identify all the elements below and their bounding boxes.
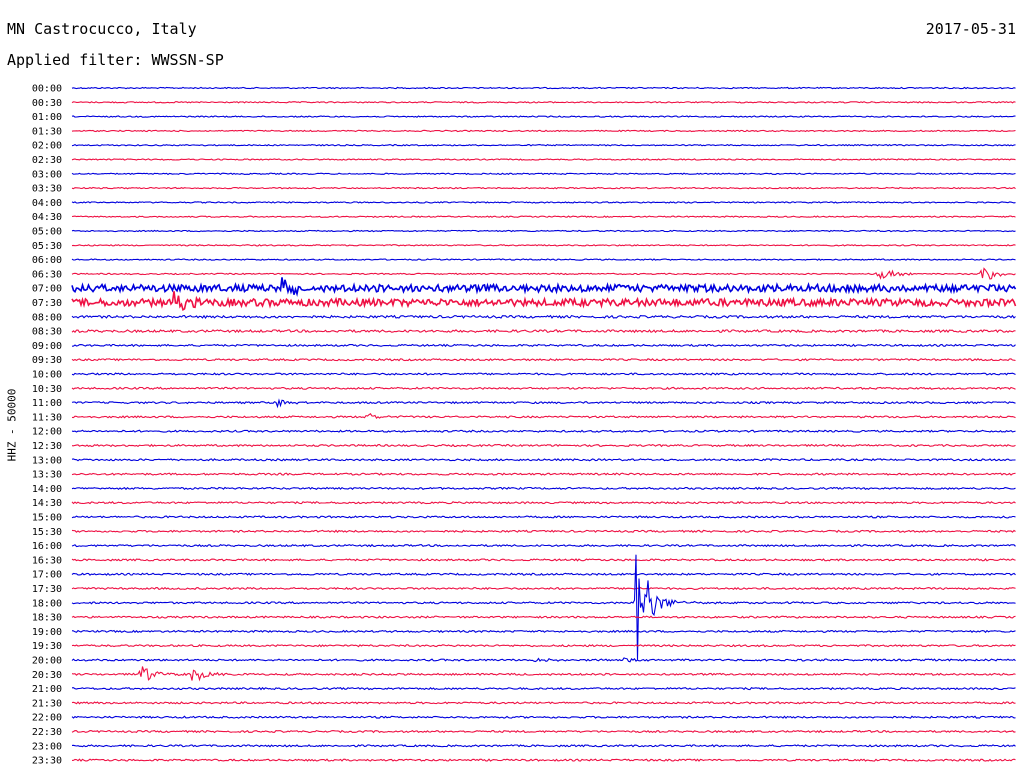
trace-row-1000: [71, 372, 1016, 376]
time-tick-label: 06:30: [32, 269, 62, 280]
trace-row-1500: [71, 515, 1016, 519]
time-tick-label: 21:30: [32, 698, 62, 709]
time-tick-label: 00:00: [32, 84, 62, 95]
time-tick-label: 09:00: [32, 341, 62, 352]
trace-row-1430: [71, 501, 1016, 505]
seismogram-plot: 00:00 00:30 01:00 01:30 02:00 02:30 03:00 03:30…: [32, 84, 1017, 767]
time-tick-label: 04:00: [32, 198, 62, 209]
trace-row-1700: [71, 572, 1016, 576]
time-tick-label: 19:00: [32, 627, 62, 638]
time-tick-label: 16:00: [32, 541, 62, 552]
trace-row-0230: [71, 158, 1016, 161]
time-tick-label: 17:30: [32, 584, 62, 595]
trace-row-0430: [71, 215, 1016, 218]
time-tick-label: 22:30: [32, 727, 62, 738]
trace-row-1300: [71, 458, 1016, 462]
time-tick-label: 08:00: [32, 312, 62, 323]
time-tick-label: 12:00: [32, 427, 62, 438]
time-tick-label: 03:30: [32, 184, 62, 195]
trace-row-1130: [71, 413, 1016, 419]
trace-row-0300: [71, 172, 1016, 176]
trace-row-0630: [71, 267, 1016, 280]
time-tick-label: 05:00: [32, 227, 62, 238]
time-tick-label: 13:30: [32, 470, 62, 481]
trace-row-1830: [71, 615, 1016, 619]
time-tick-label: 11:00: [32, 398, 62, 409]
trace-row-1330: [71, 472, 1016, 476]
time-tick-label: 01:00: [32, 112, 62, 123]
time-tick-label: 14:00: [32, 484, 62, 495]
time-tick-label: 19:30: [32, 641, 62, 652]
time-tick-label: 09:30: [32, 355, 62, 366]
time-tick-label: 23:30: [32, 756, 62, 767]
time-tick-label: 15:30: [32, 527, 62, 538]
time-tick-label: 07:30: [32, 298, 62, 309]
time-tick-label: 12:30: [32, 441, 62, 452]
trace-row-1730: [71, 586, 1016, 591]
trace-row-0130: [71, 129, 1016, 133]
trace-row-0000: [71, 86, 1016, 90]
time-tick-label: 03:00: [32, 169, 62, 180]
time-tick-label: 10:00: [32, 370, 62, 381]
trace-row-0500: [71, 229, 1016, 233]
time-tick-label: 23:00: [32, 741, 62, 752]
time-tick-label: 10:30: [32, 384, 62, 395]
trace-row-0330: [71, 186, 1016, 190]
trace-row-2000: [71, 657, 1016, 663]
trace-row-0100: [71, 115, 1016, 118]
time-tick-label: 16:30: [32, 555, 62, 566]
trace-row-1900: [71, 629, 1016, 634]
trace-row-0600: [71, 258, 1016, 261]
trace-row-2330: [71, 758, 1016, 762]
trace-row-0700: [71, 277, 1017, 298]
time-tick-label: 04:30: [32, 212, 62, 223]
trace-row-1200: [71, 429, 1016, 433]
time-tick-label: 01:30: [32, 126, 62, 137]
time-tick-label: 11:30: [32, 412, 62, 423]
time-tick-label: 17:00: [32, 570, 62, 581]
trace-row-0730: [71, 291, 1017, 312]
trace-row-0200: [71, 143, 1016, 147]
time-tick-label: 13:00: [32, 455, 62, 466]
trace-row-1230: [71, 443, 1016, 448]
trace-row-0930: [71, 358, 1016, 362]
time-tick-label: 08:30: [32, 327, 62, 338]
time-tick-label: 00:30: [32, 98, 62, 109]
trace-row-1800: [71, 554, 1016, 660]
trace-row-1400: [71, 486, 1016, 491]
time-tick-label: 22:00: [32, 713, 62, 724]
trace-row-0530: [71, 243, 1016, 247]
trace-row-2030: [71, 666, 1016, 682]
trace-row-2230: [71, 729, 1016, 734]
time-tick-label: 15:00: [32, 513, 62, 524]
trace-row-1030: [71, 386, 1016, 390]
trace-row-1600: [71, 543, 1016, 548]
time-tick-label: 20:30: [32, 670, 62, 681]
time-tick-label: 06:00: [32, 255, 62, 266]
time-tick-label: 18:00: [32, 598, 62, 609]
time-tick-label: 02:30: [32, 155, 62, 166]
trace-row-2300: [71, 744, 1016, 748]
trace-row-0800: [71, 314, 1016, 319]
time-tick-label: 07:00: [32, 284, 62, 295]
time-tick-label: 20:00: [32, 656, 62, 667]
time-tick-label: 18:30: [32, 613, 62, 624]
trace-row-1100: [71, 398, 1016, 409]
trace-row-2100: [71, 686, 1016, 691]
time-tick-label: 05:30: [32, 241, 62, 252]
time-tick-label: 02:00: [32, 141, 62, 152]
trace-row-2130: [71, 701, 1016, 705]
trace-row-0400: [71, 201, 1016, 204]
trace-row-0900: [71, 343, 1016, 348]
trace-row-0030: [71, 101, 1016, 104]
trace-row-0830: [71, 329, 1016, 334]
trace-row-1630: [71, 558, 1016, 562]
time-tick-label: 14:30: [32, 498, 62, 509]
trace-row-1530: [71, 529, 1016, 534]
trace-row-1930: [71, 644, 1016, 648]
time-tick-label: 21:00: [32, 684, 62, 695]
trace-row-2200: [71, 715, 1016, 719]
